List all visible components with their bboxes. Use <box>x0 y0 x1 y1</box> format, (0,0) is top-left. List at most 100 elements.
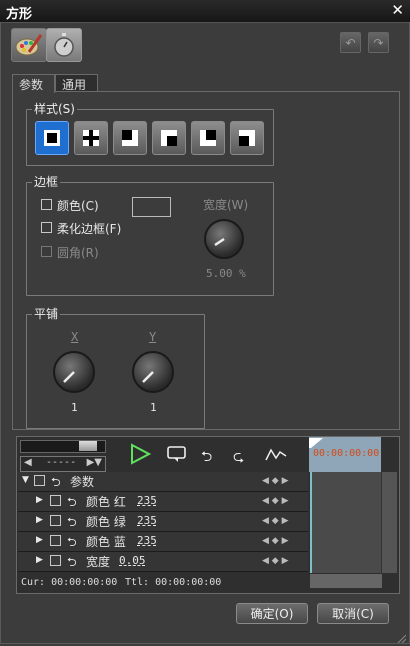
color-checkbox[interactable] <box>41 199 52 210</box>
row-name: 颜色 绿 <box>86 515 126 529</box>
combo-value: ----- <box>46 457 77 468</box>
list-item[interactable]: ▶ ⮌ 颜色 红 235 ◀ ◆ ▶ <box>18 492 308 512</box>
style-border-icon <box>44 130 60 146</box>
horizontal-scrollbar[interactable] <box>310 574 382 588</box>
current-time-label: Cur: 00:00:00:00 <box>21 577 118 588</box>
row-name: 颜色 红 <box>86 495 126 509</box>
row-name: 颜色 蓝 <box>86 535 126 549</box>
rounded-corner-label: 圆角(R) <box>57 246 99 260</box>
palette-tool-button[interactable] <box>11 28 47 62</box>
style-corner-bl-icon <box>239 130 255 146</box>
row-name: 宽度 <box>86 555 111 569</box>
style-group-label: 样式(S) <box>32 100 77 117</box>
keyframe-nav-icon[interactable]: ◀ ◆ ▶ <box>262 476 289 486</box>
color-label: 颜色(C) <box>57 199 99 213</box>
row-reset-icon[interactable]: ⮌ <box>67 533 77 554</box>
tile-y-label: Y <box>149 330 157 344</box>
style-plus-button[interactable] <box>74 121 108 155</box>
vertical-scrollbar[interactable] <box>381 472 397 573</box>
color-swatch[interactable] <box>132 197 171 217</box>
window-title: 方形 <box>6 7 33 22</box>
row-value[interactable]: 235 <box>137 514 157 527</box>
expand-icon[interactable]: ▶ <box>36 535 43 545</box>
style-corner-tr-icon <box>200 130 216 146</box>
resize-grip-icon[interactable] <box>396 632 407 644</box>
style-border-button[interactable] <box>35 121 69 155</box>
expand-icon[interactable]: ▶ <box>36 555 43 565</box>
title-bar: 方形 ✕ <box>0 0 410 23</box>
keyframe-nav-icon[interactable]: ◀ ◆ ▶ <box>262 536 289 546</box>
row-value[interactable]: 0.05 <box>119 554 146 567</box>
width-label: 宽度(W) <box>203 198 249 212</box>
style-corner-tl-button[interactable] <box>152 121 186 155</box>
keyframe-nav-icon[interactable]: ◀ ◆ ▶ <box>262 516 289 526</box>
zoom-slider[interactable] <box>20 440 106 453</box>
playhead-marker-icon[interactable] <box>309 437 325 448</box>
combo-prev-icon[interactable]: ◀ <box>24 457 32 468</box>
style-corner-br-button[interactable] <box>113 121 147 155</box>
tile-x-label: X <box>71 330 79 344</box>
graph-icon[interactable] <box>265 446 287 465</box>
width-knob-indicator <box>214 237 225 247</box>
style-corner-bl-button[interactable] <box>230 121 264 155</box>
row-checkbox[interactable] <box>34 475 45 486</box>
expand-icon[interactable]: ▶ <box>36 495 43 505</box>
tab-general[interactable]: 通用 <box>55 74 98 92</box>
redo-icon[interactable]: ↷ <box>368 32 389 53</box>
timer-tool-button[interactable] <box>46 28 82 62</box>
row-reset-icon[interactable]: ⮌ <box>67 553 77 574</box>
parameter-list: ▼ ⮌ 参数 ◀ ◆ ▶ ▶ ⮌ 颜色 红 235 ◀ ◆ ▶ ▶ ⮌ 颜色 绿… <box>18 472 308 572</box>
track-combo[interactable]: ◀ ----- ▶▼ <box>20 456 106 472</box>
tile-x-value: 1 <box>71 401 78 414</box>
style-corner-tl-icon <box>161 130 177 146</box>
playhead-line <box>310 472 312 573</box>
row-name: 参数 <box>70 475 95 489</box>
row-checkbox[interactable] <box>50 495 61 506</box>
next-keyframe-icon[interactable]: ⮎ <box>233 446 253 465</box>
expand-icon[interactable]: ▶ <box>36 515 43 525</box>
close-icon[interactable]: ✕ <box>391 1 404 19</box>
tile-x-knob[interactable] <box>53 351 95 393</box>
rounded-corner-checkbox[interactable] <box>41 246 52 257</box>
row-checkbox[interactable] <box>50 535 61 546</box>
row-reset-icon[interactable]: ⮌ <box>51 473 61 494</box>
tile-y-value: 1 <box>150 401 157 414</box>
prev-keyframe-icon[interactable]: ⮌ <box>201 446 221 465</box>
keyframe-nav-icon[interactable]: ◀ ◆ ▶ <box>262 496 289 506</box>
combo-next-icon[interactable]: ▶▼ <box>87 457 102 468</box>
cancel-button[interactable]: 取消(C) <box>317 603 389 624</box>
tile-group-label: 平铺 <box>32 305 61 322</box>
keyframe-track-area[interactable] <box>310 472 381 573</box>
ok-button[interactable]: 确定(O) <box>236 603 308 624</box>
style-corner-tr-button[interactable] <box>191 121 225 155</box>
width-knob[interactable] <box>204 219 244 259</box>
list-item[interactable]: ▶ ⮌ 颜色 蓝 235 ◀ ◆ ▶ <box>18 532 308 552</box>
play-icon[interactable] <box>129 443 152 468</box>
list-item[interactable]: ▶ ⮌ 颜色 绿 235 ◀ ◆ ▶ <box>18 512 308 532</box>
row-checkbox[interactable] <box>50 515 61 526</box>
tile-y-knob[interactable] <box>132 351 174 393</box>
row-reset-icon[interactable]: ⮌ <box>67 513 77 534</box>
soft-border-checkbox[interactable] <box>41 222 52 233</box>
list-item[interactable]: ▼ ⮌ 参数 ◀ ◆ ▶ <box>18 472 308 492</box>
row-value[interactable]: 235 <box>137 494 157 507</box>
stopwatch-icon <box>54 33 74 57</box>
tab-parameters[interactable]: 参数 <box>12 74 55 93</box>
tile-x-knob-indicator <box>63 371 75 383</box>
palette-icon <box>15 34 43 56</box>
row-value[interactable]: 235 <box>137 534 157 547</box>
undo-icon[interactable]: ↶ <box>340 32 361 53</box>
zoom-slider-thumb[interactable] <box>79 441 97 451</box>
ruler-timecode: 00:00:00:00 <box>313 448 380 459</box>
list-item[interactable]: ▶ ⮌ 宽度 0.05 ◀ ◆ ▶ <box>18 552 308 572</box>
width-value: 5.00 % <box>206 267 246 280</box>
style-corner-br-icon <box>122 130 138 146</box>
border-group-label: 边框 <box>32 173 61 190</box>
tile-y-knob-indicator <box>142 371 154 383</box>
row-checkbox[interactable] <box>50 555 61 566</box>
expand-icon[interactable]: ▼ <box>22 475 29 485</box>
keyframe-nav-icon[interactable]: ◀ ◆ ▶ <box>262 556 289 566</box>
soft-border-label: 柔化边框(F) <box>57 222 122 236</box>
loop-preview-icon[interactable] <box>166 445 188 463</box>
row-reset-icon[interactable]: ⮌ <box>67 493 77 514</box>
